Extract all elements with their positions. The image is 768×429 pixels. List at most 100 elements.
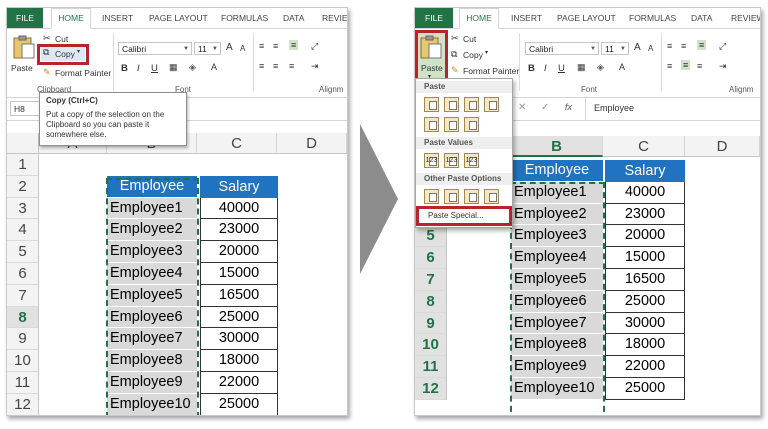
column-header-c[interactable]: C — [197, 133, 277, 154]
tab-page-layout[interactable]: PAGE LAYOUT — [149, 8, 208, 28]
paste-formulas-icon[interactable] — [444, 97, 459, 112]
paste-button[interactable]: Paste — [11, 33, 37, 77]
salary-cell[interactable]: 40000 — [200, 197, 278, 220]
employee-cell[interactable]: Employee5 — [511, 269, 603, 291]
keep-column-widths-icon[interactable] — [444, 117, 459, 132]
column-header-d[interactable]: D — [277, 133, 347, 154]
tab-insert[interactable]: INSERT — [511, 8, 542, 28]
tab-insert[interactable]: INSERT — [102, 8, 133, 28]
linked-picture-icon[interactable] — [484, 189, 499, 204]
row-header[interactable]: 1 — [7, 154, 39, 176]
check-icon[interactable]: ✓ — [541, 102, 549, 113]
salary-cell[interactable]: 16500 — [200, 284, 278, 307]
align-top-icon[interactable]: ≡ — [259, 41, 264, 51]
bold-button[interactable]: B — [528, 63, 535, 74]
salary-cell[interactable]: 25000 — [200, 393, 278, 415]
tab-home[interactable]: HOME — [51, 8, 91, 29]
salary-cell[interactable]: 25000 — [605, 378, 685, 400]
employee-cell[interactable]: Employee5 — [107, 284, 197, 307]
salary-cell[interactable]: 23000 — [200, 219, 278, 242]
tab-file[interactable]: FILE — [415, 8, 453, 28]
row-header[interactable]: 12 — [415, 378, 447, 400]
salary-cell[interactable]: 15000 — [605, 247, 685, 269]
align-left-icon[interactable]: ≡ — [259, 61, 264, 71]
font-size-select[interactable]: 11 ▼ — [601, 42, 629, 55]
row-header[interactable]: 5 — [7, 241, 39, 263]
row-header[interactable]: 8 — [7, 306, 39, 329]
font-color-icon[interactable]: A — [211, 62, 217, 72]
tab-data[interactable]: DATA — [283, 8, 304, 28]
salary-cell[interactable]: 30000 — [200, 328, 278, 351]
tab-review[interactable]: REVIE — [322, 8, 347, 28]
font-family-select[interactable]: Calibri ▼ — [525, 42, 599, 55]
employee-cell[interactable]: Employee6 — [107, 306, 197, 329]
row-header[interactable]: 4 — [7, 219, 39, 242]
row-header[interactable]: 9 — [415, 312, 447, 335]
tab-home[interactable]: HOME — [459, 8, 499, 29]
employee-cell[interactable]: Employee8 — [107, 350, 197, 372]
row-header[interactable]: 10 — [7, 350, 39, 372]
employee-cell[interactable]: Employee2 — [511, 203, 603, 226]
grow-font-button[interactable]: A — [226, 42, 233, 53]
align-middle-icon[interactable]: ≡ — [273, 41, 278, 51]
tab-file[interactable]: FILE — [7, 8, 43, 28]
align-top-icon[interactable]: ≡ — [667, 41, 672, 51]
row-header[interactable]: 7 — [7, 284, 39, 307]
row-header[interactable]: 7 — [415, 269, 447, 291]
underline-button[interactable]: U — [151, 63, 158, 74]
salary-cell[interactable]: 40000 — [605, 181, 685, 204]
row-header[interactable]: 10 — [415, 334, 447, 357]
row-header[interactable]: 12 — [7, 393, 39, 415]
formula-input[interactable]: Employee — [585, 98, 760, 120]
orientation-icon[interactable]: ⤢ — [311, 41, 318, 52]
align-center-icon[interactable]: ≡ — [681, 60, 691, 70]
employee-cell[interactable]: Employee7 — [107, 328, 197, 351]
row-header[interactable]: 5 — [415, 225, 447, 248]
paste-formatting-icon[interactable] — [424, 189, 439, 204]
employee-cell[interactable]: Employee10 — [107, 393, 197, 415]
align-middle-icon[interactable]: ≡ — [681, 41, 686, 51]
row-header[interactable]: 11 — [415, 356, 447, 378]
column-header-d[interactable]: D — [685, 136, 760, 157]
salary-cell[interactable]: 25000 — [605, 290, 685, 313]
employee-cell[interactable]: Employee10 — [511, 378, 603, 400]
employee-cell[interactable]: Employee9 — [511, 356, 603, 378]
transpose-icon[interactable] — [464, 117, 479, 132]
salary-cell[interactable]: 16500 — [605, 269, 685, 291]
employee-cell[interactable]: Employee4 — [107, 263, 197, 285]
no-borders-icon[interactable] — [424, 117, 439, 132]
row-header[interactable]: 6 — [7, 263, 39, 285]
values-number-formatting-icon[interactable]: 123 — [444, 153, 459, 168]
keep-source-formatting-icon[interactable] — [484, 97, 499, 112]
orientation-icon[interactable]: ⤢ — [719, 41, 726, 52]
align-right-icon[interactable]: ≡ — [289, 61, 294, 71]
insert-function-icon[interactable]: fx — [565, 102, 572, 112]
employee-cell[interactable]: Employee1 — [511, 181, 603, 204]
row-header[interactable]: 9 — [7, 328, 39, 351]
paste-link-icon[interactable] — [444, 189, 459, 204]
italic-button[interactable]: I — [137, 63, 140, 74]
paste-icon[interactable] — [424, 97, 439, 112]
italic-button[interactable]: I — [544, 63, 547, 74]
indent-icon[interactable]: ⇥ — [719, 61, 727, 72]
cancel-icon[interactable]: ✕ — [518, 102, 526, 113]
underline-button[interactable]: U — [558, 63, 565, 74]
salary-cell[interactable]: 25000 — [200, 306, 278, 329]
row-header[interactable]: 11 — [7, 372, 39, 394]
tab-review[interactable]: REVIEW — [731, 8, 760, 28]
paste-formulas-number-formatting-icon[interactable] — [464, 97, 479, 112]
row-header[interactable]: 6 — [415, 247, 447, 269]
row-header[interactable]: 8 — [415, 290, 447, 313]
salary-cell[interactable]: 18000 — [605, 334, 685, 357]
align-center-icon[interactable]: ≡ — [273, 61, 278, 71]
copy-dropdown-icon[interactable]: ▾ — [485, 49, 488, 56]
tab-formulas[interactable]: FORMULAS — [221, 8, 268, 28]
employee-cell[interactable]: Employee7 — [511, 312, 603, 335]
font-size-select[interactable]: 11 ▼ — [194, 42, 221, 55]
employee-cell[interactable]: Employee4 — [511, 247, 603, 269]
fill-color-icon[interactable]: ◈ — [597, 62, 604, 73]
salary-cell[interactable]: 23000 — [605, 203, 685, 226]
paste-picture-icon[interactable] — [464, 189, 479, 204]
employee-cell[interactable]: Employee9 — [107, 372, 197, 394]
salary-cell[interactable]: 22000 — [605, 356, 685, 378]
